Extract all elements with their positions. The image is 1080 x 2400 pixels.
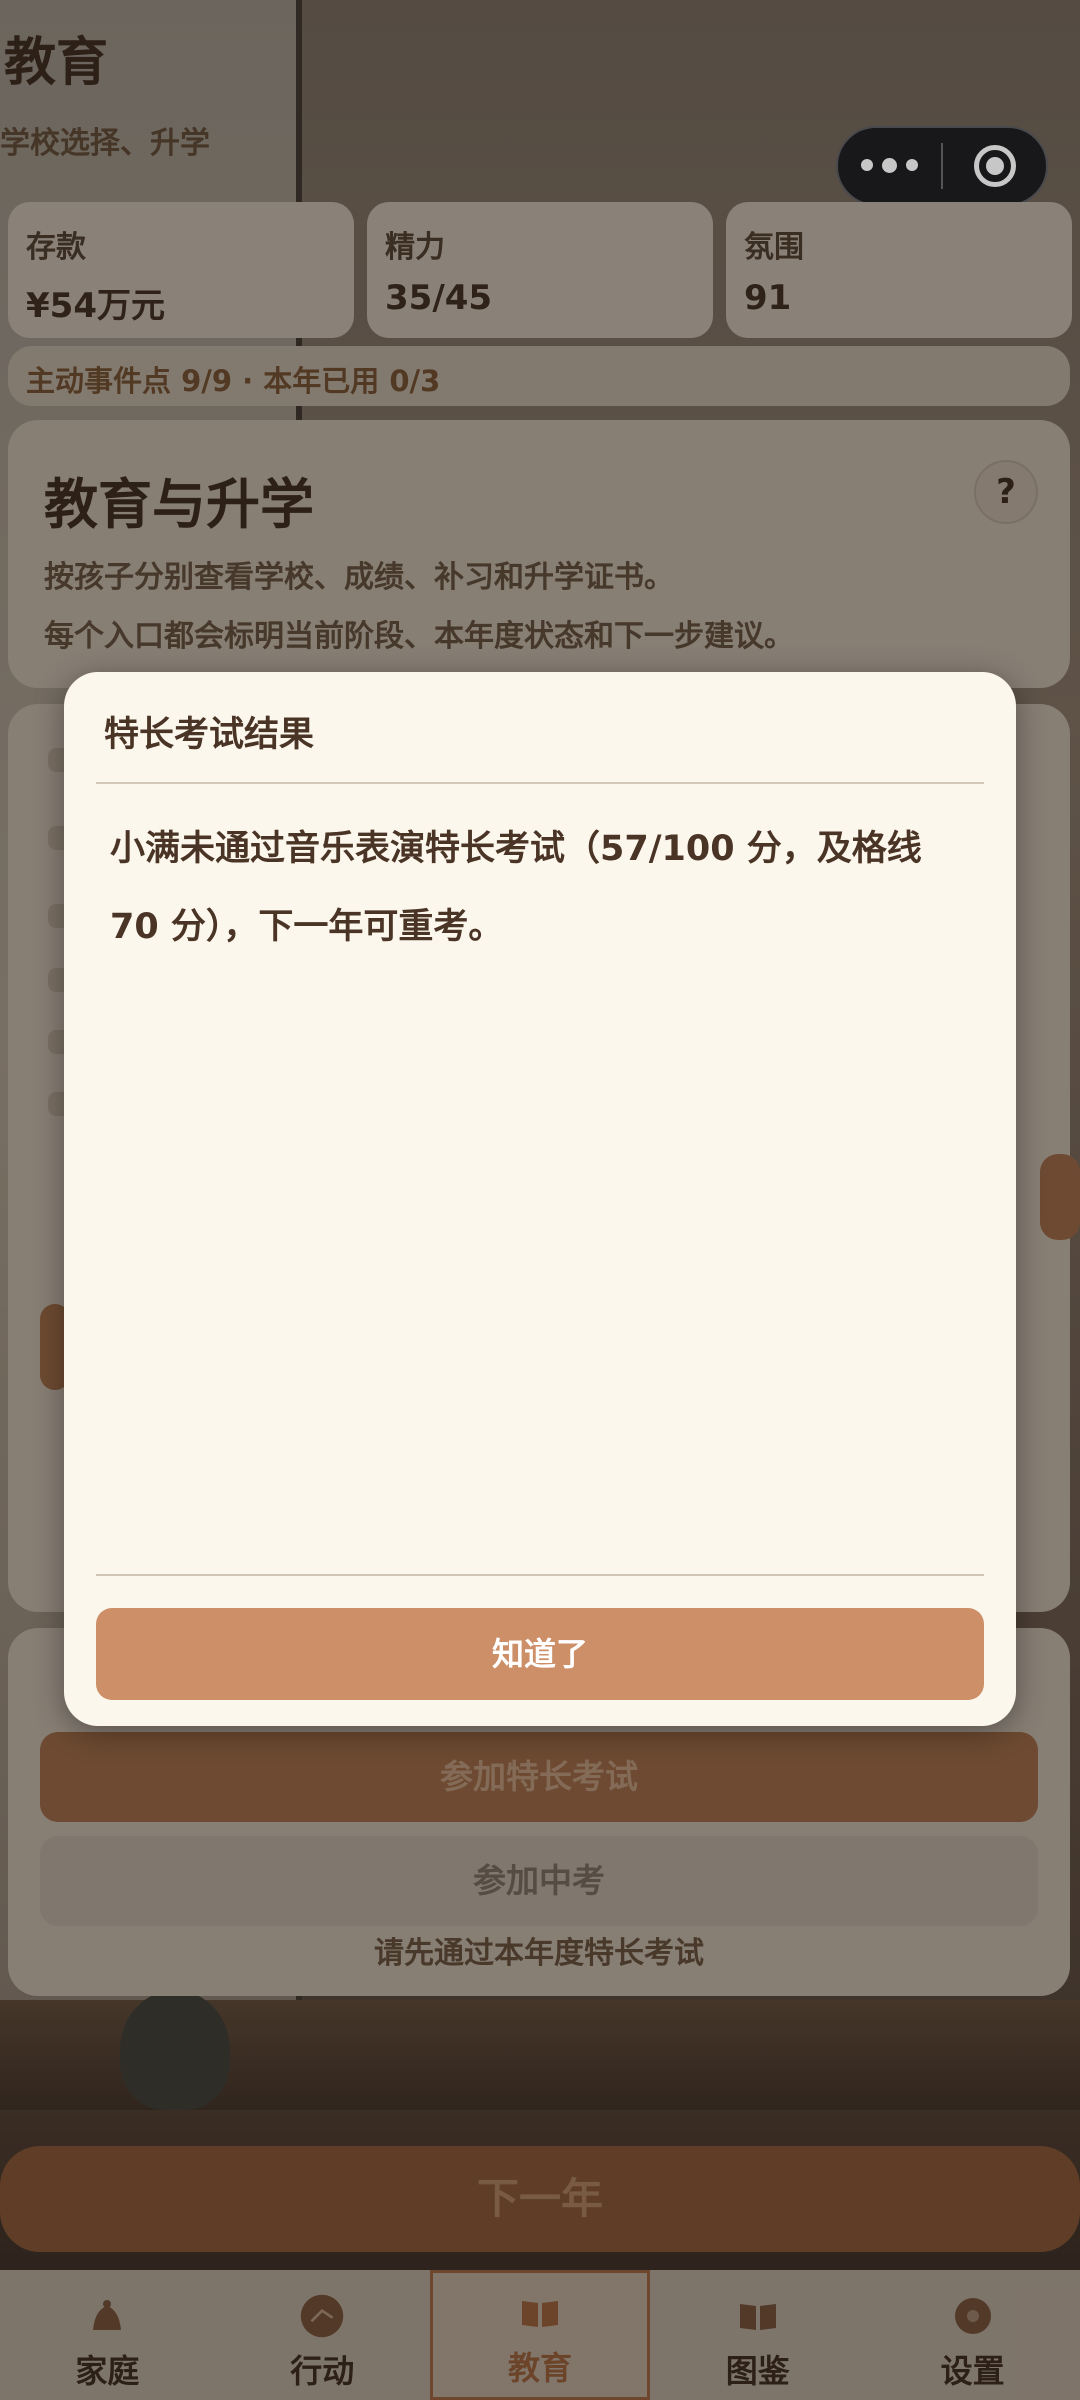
acknowledge-button[interactable]: 知道了 [96,1608,984,1700]
dialog-message: 小满未通过音乐表演特长考试（57/100 分，及格线 70 分），下一年可重考。 [110,829,922,947]
dialog-divider [96,1574,984,1576]
dialog-title: 特长考试结果 [104,715,315,755]
exam-result-dialog: 特长考试结果 小满未通过音乐表演特长考试（57/100 分，及格线 70 分），… [64,672,1016,1726]
dialog-divider [96,782,984,784]
